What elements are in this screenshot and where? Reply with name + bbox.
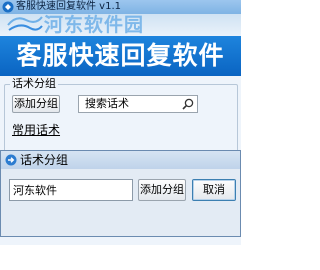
banner: 客服快速回复软件 xyxy=(0,36,241,76)
add-group-button[interactable]: 添加分组 xyxy=(12,95,60,113)
search-icon[interactable] xyxy=(182,98,194,110)
banner-text: 客服快速回复软件 xyxy=(16,41,225,70)
dialog-title: 话术分组 xyxy=(20,153,69,167)
group-label: 话术分组 xyxy=(10,77,58,91)
dialog-body: 添加分组 取消 xyxy=(1,169,240,236)
common-phrases-link[interactable]: 常用话术 xyxy=(12,123,60,137)
group-box: 话术分组 添加分组 常用话术 xyxy=(4,77,238,152)
pc6-logo-icon xyxy=(7,16,43,31)
bottom-area xyxy=(0,245,241,270)
dialog-cancel-button[interactable]: 取消 xyxy=(192,179,236,201)
search-input[interactable] xyxy=(85,96,175,112)
watermark-text: 河东软件园 xyxy=(44,14,145,36)
dialog-titlebar[interactable]: 话术分组 xyxy=(1,151,240,169)
window-title: 客服快速回复软件 v1.1 xyxy=(16,1,121,12)
group-name-input[interactable] xyxy=(9,179,133,201)
app-icon xyxy=(2,1,14,13)
watermark: 河东软件园 xyxy=(0,14,241,36)
dialog-add-group-button[interactable]: 添加分组 xyxy=(138,179,186,201)
search-box[interactable] xyxy=(78,95,198,113)
arrow-right-icon xyxy=(5,154,17,166)
main-titlebar[interactable]: 客服快速回复软件 v1.1 xyxy=(0,0,241,14)
group-dialog: 话术分组 添加分组 取消 xyxy=(0,150,241,237)
